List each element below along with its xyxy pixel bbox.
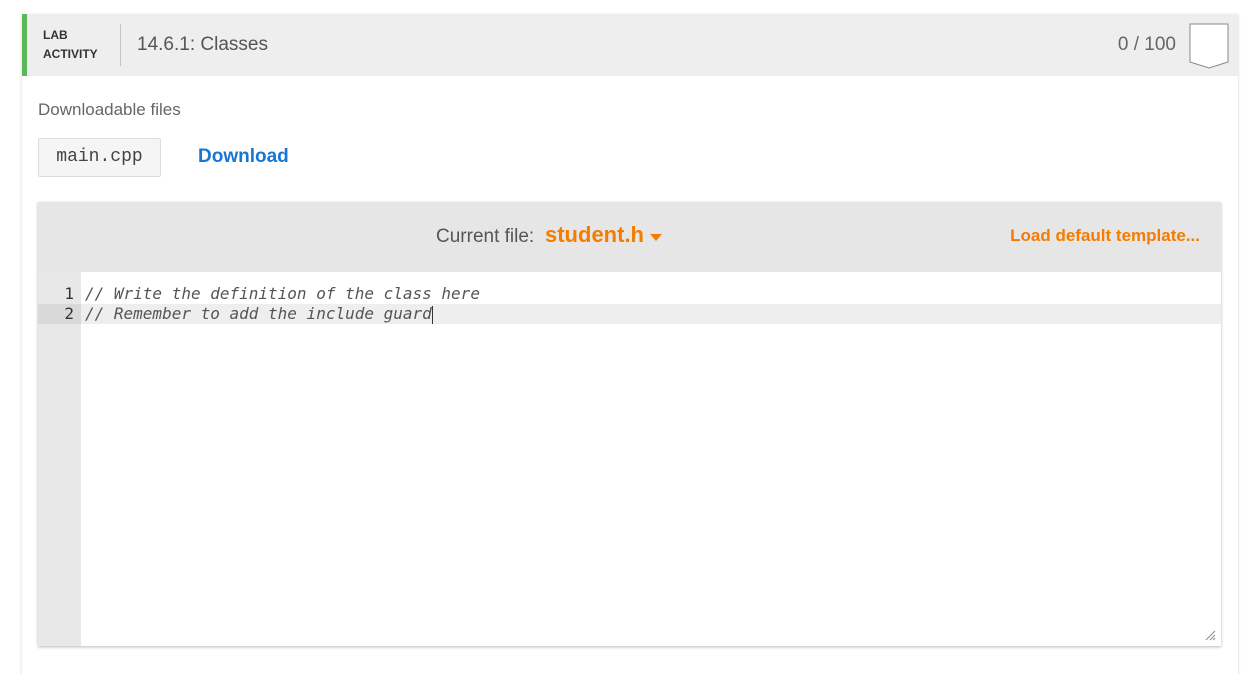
activity-title: 14.6.1: Classes bbox=[137, 34, 268, 55]
text-cursor bbox=[431, 305, 433, 324]
load-default-template-button[interactable]: Load default template... bbox=[1010, 226, 1200, 246]
lab-activity-card: LAB ACTIVITY 14.6.1: Classes 0 / 100 Dow… bbox=[22, 14, 1238, 674]
line-number: 2 bbox=[38, 304, 81, 324]
activity-header: LAB ACTIVITY 14.6.1: Classes 0 / 100 bbox=[22, 14, 1238, 76]
code-line-text[interactable]: // Write the definition of the class her… bbox=[85, 284, 480, 304]
lab-activity-label: LAB ACTIVITY bbox=[43, 26, 98, 64]
line-number: 1 bbox=[64, 284, 74, 303]
code-line[interactable]: 1 // Write the definition of the class h… bbox=[38, 284, 1221, 304]
completion-badge-icon bbox=[1189, 23, 1229, 69]
file-name-chip: main.cpp bbox=[38, 138, 161, 177]
score-text: 0 / 100 bbox=[1117, 34, 1176, 55]
code-editor: Current file: student.h Load default tem… bbox=[38, 202, 1221, 646]
header-divider bbox=[120, 24, 121, 66]
lab-label-line1: LAB bbox=[43, 28, 68, 42]
lab-label-line2: ACTIVITY bbox=[43, 47, 98, 61]
resize-handle-icon[interactable] bbox=[1204, 629, 1216, 641]
code-line-text[interactable]: // Remember to add the include guard bbox=[85, 304, 433, 324]
code-line-active[interactable]: 2 // Remember to add the include guard bbox=[38, 304, 1221, 324]
current-file-dropdown[interactable]: student.h bbox=[545, 222, 644, 248]
caret-down-icon[interactable] bbox=[650, 234, 662, 241]
downloadable-files-title: Downloadable files bbox=[38, 100, 181, 119]
download-link[interactable]: Download bbox=[198, 146, 289, 168]
code-text-area[interactable]: 1 // Write the definition of the class h… bbox=[38, 272, 1221, 646]
code-line-content[interactable]: // Remember to add the include guard bbox=[85, 304, 432, 323]
current-file-label: Current file: bbox=[436, 226, 535, 247]
editor-toolbar: Current file: student.h Load default tem… bbox=[38, 202, 1221, 272]
line-number-gutter bbox=[38, 272, 81, 646]
